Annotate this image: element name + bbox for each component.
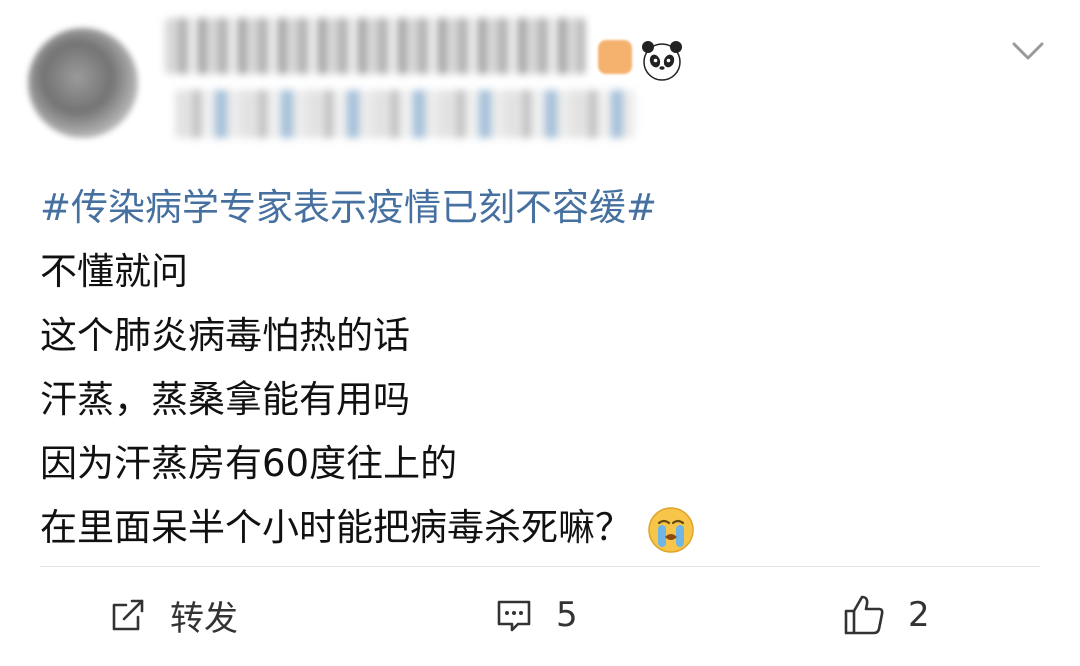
crying-face-icon [648, 506, 694, 553]
post-meta-blurred [175, 90, 635, 138]
user-name-blurred[interactable] [165, 18, 585, 74]
post-header [0, 0, 1080, 170]
comment-count: 5 [556, 595, 578, 635]
post-content: #传染病学专家表示疫情已刻不容缓# 不懂就问 这个肺炎病毒怕热的话 汗蒸，蒸桑拿… [40, 176, 1040, 560]
post-line: 不懂就问 [40, 250, 188, 293]
user-badge-icon [598, 40, 632, 74]
hashtag-link[interactable]: #传染病学专家表示疫情已刻不容缓# [40, 176, 1040, 240]
repost-label: 转发 [170, 598, 238, 639]
post-line: 这个肺炎病毒怕热的话 [40, 314, 410, 357]
post-line: 因为汗蒸房有60度往上的 [40, 442, 458, 485]
chevron-down-icon[interactable] [1008, 36, 1048, 66]
repost-icon [112, 599, 144, 631]
panda-emoji-icon [642, 41, 682, 81]
like-button[interactable]: 2 [842, 580, 930, 650]
like-count: 2 [908, 595, 930, 635]
comment-icon [497, 600, 531, 632]
post-actions-bar: 转发 5 2 [0, 580, 1080, 650]
post-line-text: 在里面呆半个小时能把病毒杀死嘛？ [40, 506, 632, 549]
user-avatar-blurred[interactable] [28, 28, 138, 138]
thumbs-up-icon [844, 595, 884, 635]
post-line: 汗蒸，蒸桑拿能有用吗 [40, 378, 410, 421]
repost-button[interactable]: 转发 [108, 580, 238, 650]
actions-divider [40, 566, 1040, 567]
post-line-last: 在里面呆半个小时能把病毒杀死嘛？ [40, 496, 1040, 560]
comment-button[interactable]: 5 [494, 580, 578, 650]
